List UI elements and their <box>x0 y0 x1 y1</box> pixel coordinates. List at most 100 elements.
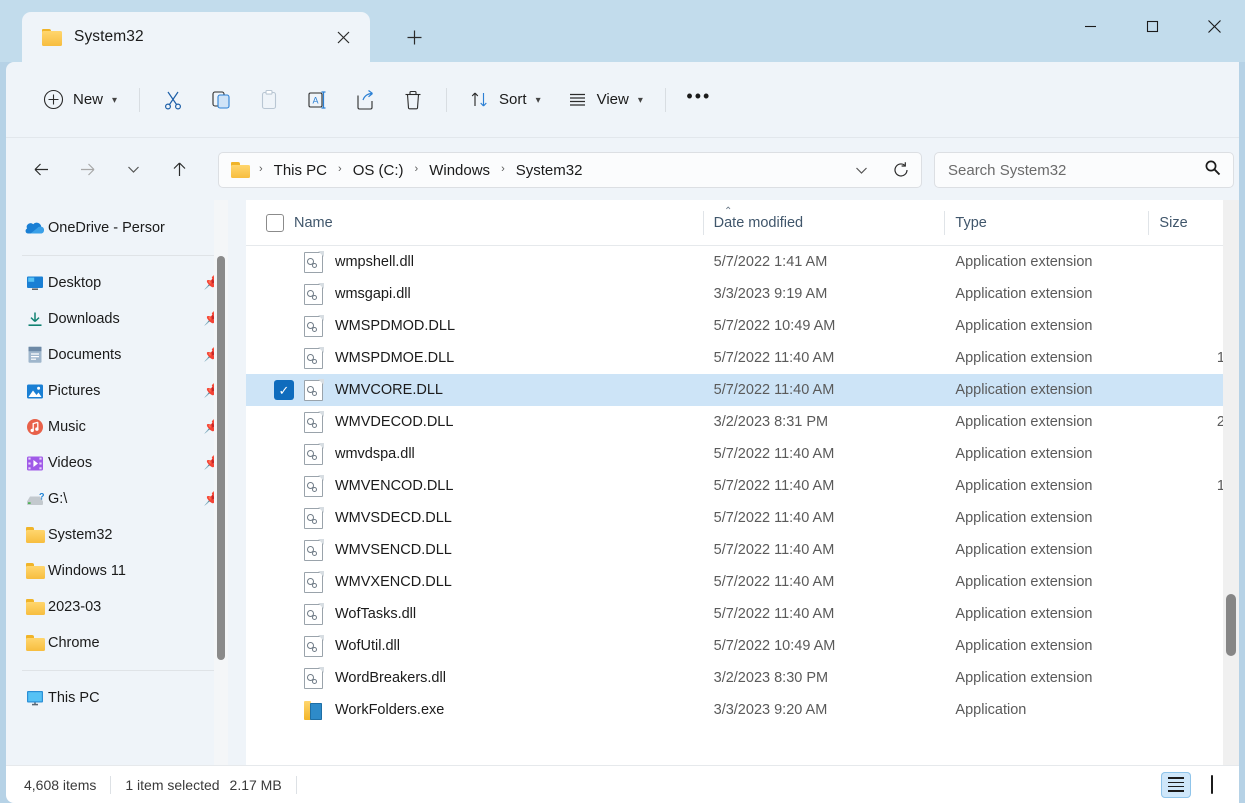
sidebar-item-2023-03[interactable]: 2023-03 <box>22 589 228 625</box>
sidebar-scrollbar[interactable] <box>214 200 228 797</box>
table-row[interactable]: WMVDECOD.DLL 3/2/2023 8:31 PM Application … <box>246 406 1239 438</box>
table-row[interactable]: WordBreakers.dll 3/2/2023 8:30 PM Applicat… <box>246 662 1239 694</box>
divider <box>664 87 666 112</box>
breadcrumb-this-pc[interactable]: This PC <box>272 162 329 179</box>
search-box[interactable]: Search System32 <box>934 152 1234 188</box>
cell-type: Application extension <box>955 638 1093 654</box>
cell-date-modified: 3/3/2023 9:20 AM <box>713 702 828 718</box>
cell-date-modified: 5/7/2022 1:41 AM <box>713 254 828 270</box>
sidebar-item-chrome[interactable]: Chrome <box>22 625 228 661</box>
sidebar-item-windows-11[interactable]: Windows 11 <box>22 553 228 589</box>
paste-button[interactable] <box>247 80 291 120</box>
sidebar-item-videos[interactable]: Videos 📌 <box>22 445 228 481</box>
sidebar-item-label: 2023-03 <box>48 599 102 615</box>
close-window-button[interactable] <box>1183 0 1245 52</box>
table-row[interactable]: WofTasks.dll 5/7/2022 11:40 AM Application… <box>246 598 1239 630</box>
sidebar-item-music[interactable]: Music 📌 <box>22 409 228 445</box>
drive-icon: ? <box>22 492 48 507</box>
maximize-button[interactable] <box>1121 0 1183 52</box>
sidebar-item-desktop[interactable]: Desktop 📌 <box>22 265 228 301</box>
select-all-checkbox[interactable] <box>266 213 284 232</box>
column-header-type[interactable]: Type <box>945 200 1150 246</box>
sidebar-item-this-pc[interactable]: This PC <box>22 680 228 716</box>
file-rows: wmpshell.dll 5/7/2022 1:41 AM Application … <box>246 246 1239 769</box>
file-list-vertical-scrollbar[interactable] <box>1223 200 1239 769</box>
dll-icon <box>304 346 324 369</box>
delete-button[interactable] <box>391 80 435 120</box>
cell-name: WMVDECOD.DLL <box>246 406 704 438</box>
cell-name: WofTasks.dll <box>246 598 704 630</box>
cut-button[interactable] <box>151 80 195 120</box>
sort-button[interactable]: Sort ▾ <box>458 80 552 120</box>
cell-date-modified: 5/7/2022 11:40 AM <box>713 606 835 622</box>
cell-type: Application extension <box>955 574 1093 590</box>
recent-locations-button[interactable] <box>116 152 150 186</box>
file-name: wmsgapi.dll <box>335 286 411 302</box>
rename-button[interactable]: A <box>295 80 339 120</box>
share-button[interactable] <box>343 80 387 120</box>
column-header-label: Name <box>294 214 333 231</box>
more-options-button[interactable]: ••• <box>677 80 721 120</box>
table-row[interactable]: WMSPDMOE.DLL 5/7/2022 11:40 AM Application… <box>246 342 1239 374</box>
sidebar-item-system32[interactable]: System32 <box>22 517 228 553</box>
column-header-name[interactable]: Name ⌃ <box>246 200 732 246</box>
close-tab-icon[interactable] <box>330 24 356 50</box>
table-row[interactable]: wmsgapi.dll 3/3/2023 9:19 AM Application e… <box>246 278 1239 310</box>
plus-circle-icon <box>43 89 64 110</box>
cell-name: WMVSDECD.DLL <box>246 502 704 534</box>
column-header-date-modified[interactable]: Date modified <box>704 200 946 246</box>
navigation-pane[interactable]: OneDrive - Persor Desktop 📌 Downloads 📌 … <box>6 200 236 797</box>
divider <box>110 775 112 794</box>
refresh-button[interactable] <box>881 153 921 187</box>
details-view-button[interactable] <box>1161 771 1191 798</box>
cell-date-modified: 3/3/2023 9:19 AM <box>713 286 828 302</box>
file-name: WMVSENCD.DLL <box>335 542 452 558</box>
forward-button[interactable] <box>70 152 104 186</box>
sidebar-item-pictures[interactable]: Pictures 📌 <box>22 373 228 409</box>
breadcrumb-os-c[interactable]: OS (C:) <box>351 162 406 179</box>
row-checkbox[interactable]: ✓ <box>274 380 294 400</box>
address-dropdown-button[interactable] <box>841 153 881 187</box>
table-row[interactable]: WMVSDECD.DLL 5/7/2022 11:40 AM Application… <box>246 502 1239 534</box>
file-name: WMSPDMOD.DLL <box>335 318 456 334</box>
onedrive-icon <box>22 221 48 235</box>
sidebar-item-documents[interactable]: Documents 📌 <box>22 337 228 373</box>
delete-icon <box>405 90 421 109</box>
sidebar-scrollbar-thumb[interactable] <box>217 256 225 660</box>
table-row[interactable]: ✓ WMVCORE.DLL 5/7/2022 11:40 AM Application… <box>246 374 1239 406</box>
sidebar-item-onedrive[interactable]: OneDrive - Persor <box>22 210 228 246</box>
table-row[interactable]: wmvdspa.dll 5/7/2022 11:40 AM Application … <box>246 438 1239 470</box>
table-row[interactable]: WofUtil.dll 5/7/2022 10:49 AM Application … <box>246 630 1239 662</box>
table-row[interactable]: WorkFolders.exe 3/3/2023 9:20 AM Applicati… <box>246 694 1239 726</box>
folder-icon <box>22 635 48 651</box>
table-row[interactable]: WMVSENCD.DLL 5/7/2022 11:40 AM Application… <box>246 534 1239 566</box>
sort-button-label: Sort <box>499 91 527 108</box>
up-button[interactable] <box>162 152 196 186</box>
breadcrumb-windows[interactable]: Windows <box>427 162 492 179</box>
tab-system32[interactable]: System32 <box>22 12 370 62</box>
sidebar-item-downloads[interactable]: Downloads 📌 <box>22 301 228 337</box>
breadcrumb-system32[interactable]: System32 <box>514 162 585 179</box>
file-name: wmvdspa.dll <box>335 446 415 462</box>
address-bar[interactable]: › This PC › OS (C:) › Windows › System32 <box>218 152 922 188</box>
file-list-scrollbar-thumb[interactable] <box>1226 594 1236 656</box>
copy-button[interactable] <box>199 80 243 120</box>
sidebar-item-drive-g[interactable]: ? G:\ 📌 <box>22 481 228 517</box>
new-button[interactable]: New ▾ <box>32 80 128 120</box>
cell-name: WofUtil.dll <box>246 630 704 662</box>
cell-name: WMSPDMOE.DLL <box>246 342 704 374</box>
large-icons-view-button[interactable] <box>1197 772 1227 798</box>
table-row[interactable]: WMVENCOD.DLL 5/7/2022 11:40 AM Application… <box>246 470 1239 502</box>
view-button[interactable]: View ▾ <box>556 80 654 120</box>
table-row[interactable]: wmpshell.dll 5/7/2022 1:41 AM Application … <box>246 246 1239 278</box>
table-row[interactable]: WMSPDMOD.DLL 5/7/2022 10:49 AM Application… <box>246 310 1239 342</box>
minimize-button[interactable] <box>1059 0 1121 52</box>
cell-name: wmvdspa.dll <box>246 438 704 470</box>
cell-type: Application extension <box>955 478 1093 494</box>
search-input[interactable]: Search System32 <box>948 162 1066 179</box>
cut-icon <box>165 91 182 110</box>
back-button[interactable] <box>24 152 58 186</box>
new-tab-button[interactable] <box>398 22 430 52</box>
table-row[interactable]: WMVXENCD.DLL 5/7/2022 11:40 AM Application… <box>246 566 1239 598</box>
cell-type: Application <box>955 702 1027 718</box>
